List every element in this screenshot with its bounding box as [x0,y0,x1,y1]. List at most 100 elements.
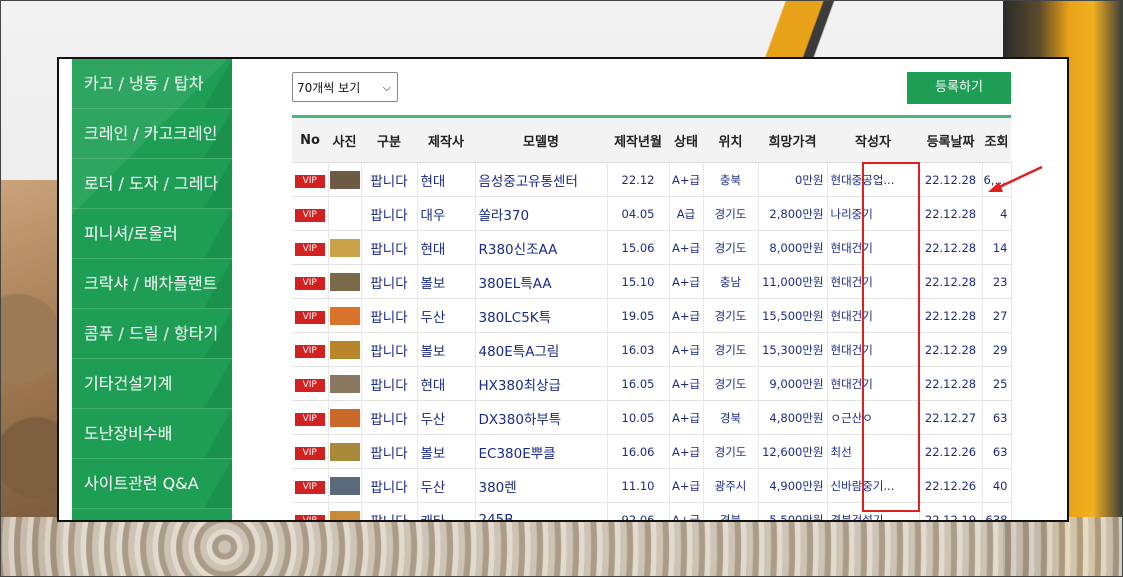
model-link[interactable]: R380신조AA [479,242,558,258]
table-cell: 볼보 [417,434,476,469]
listing-type: 팝니다 [370,513,408,522]
table-cell: 23 [982,264,1012,299]
column-header: No [292,118,328,163]
equipment-thumbnail[interactable] [329,272,360,291]
table-cell: VIP [292,298,329,333]
model-link[interactable]: 음성중고유통센터 [479,174,578,190]
view-count: 63 [992,444,1008,459]
sidebar-item-7[interactable]: 도난장비수배 [72,409,232,459]
sidebar-item-4[interactable]: 크락샤 / 배차플랜트 [72,259,232,309]
table-cell: 현대 [417,230,476,265]
table-cell: ㅇ근산ㅇ [827,400,920,435]
vip-badge: VIP [294,481,325,494]
vip-badge: VIP [294,447,325,460]
view-count: 23 [992,274,1008,289]
price: 9,000만원 [769,376,824,391]
table-cell: 신바람중기... [827,468,920,503]
condition-grade: A+급 [671,274,701,289]
vip-badge: VIP [294,209,325,222]
table-row[interactable]: VIP 팝니다 현대 R380신조AA 15.06 A+급 경기도 8,000만원 현대건기 22… [292,230,1012,265]
per-page-select-value: 70개씩 보기 [297,81,361,95]
table-cell: 15.10 [607,264,670,299]
equipment-thumbnail[interactable] [329,408,360,427]
table-cell: 쏠라370 [475,196,608,231]
table-row[interactable]: VIP 팝니다 볼보 EC380E뿌클 16.06 A+급 경기도 12,600만원 최선 22.… [292,434,1012,469]
sidebar-item-0[interactable]: 카고 / 냉동 / 탑차 [72,59,232,109]
table-row[interactable]: VIP 팝니다 두산 DX380하부특 10.05 A+급 경북 4,800만원 ㅇ근산ㅇ 22.… [292,400,1012,435]
table-row[interactable]: VIP 팝니다 현대 음성중고유통센터 22.12 A+급 충북 0만원 현대중공업... 22.… [292,162,1012,197]
listing-type: 팝니다 [370,173,408,190]
table-row[interactable]: VIP 팝니다 대우 쏠라370 04.05 A급 경기도 2,800만원 나리중기 22.12.… [292,196,1012,231]
condition-grade: A+급 [671,308,701,323]
sidebar-item-6[interactable]: 기타건설기계 [72,359,232,409]
table-cell: 0만원 [758,162,828,197]
table-cell: 경기도 [703,366,759,401]
model-link[interactable]: 쏠라370 [479,208,530,224]
price: 4,900만원 [769,478,824,493]
table-cell: A+급 [669,332,704,367]
table-cell: 팝니다 [361,434,418,469]
sidebar-item-1[interactable]: 크레인 / 카고크레인 [72,109,232,159]
listing-type: 팝니다 [370,479,408,496]
model-link[interactable]: 380렌 [479,480,517,496]
equipment-thumbnail[interactable] [329,170,360,189]
table-cell: 경북 [703,502,759,520]
writer: 경북건설기... [830,512,895,522]
model-link[interactable]: 480E특A그림 [479,344,560,360]
model-link[interactable]: HX380최상급 [479,378,561,394]
equipment-thumbnail[interactable] [329,374,360,393]
sidebar-item-3[interactable]: 피니셔/로울러 [72,209,232,259]
table-row[interactable]: VIP 팝니다 볼보 480E특A그림 16.03 A+급 경기도 15,300만원 현대건기 2… [292,332,1012,367]
table-cell: 나리중기 [827,196,920,231]
equipment-thumbnail[interactable] [329,306,360,325]
table-cell [328,230,362,265]
table-row[interactable]: VIP 팝니다 현대 HX380최상급 16.05 A+급 경기도 9,000만원 현대건기 22… [292,366,1012,401]
table-cell: HX380최상급 [475,366,608,401]
table-row[interactable]: VIP 팝니다 볼보 380EL특AA 15.10 A+급 충남 11,000만원 현대건기 22… [292,264,1012,299]
model-link[interactable]: 380EL특AA [479,276,552,292]
model-link[interactable]: EC380E뿌클 [479,446,556,462]
per-page-select[interactable]: 70개씩 보기 ⌵ [292,72,398,102]
condition-grade: A+급 [671,172,701,187]
table-cell: 경기도 [703,196,759,231]
vip-badge: VIP [294,277,325,290]
price: 5,500만원 [769,512,824,522]
table-cell [328,366,362,401]
sidebar-item-8[interactable]: 사이트관련 Q&A [72,459,232,509]
sidebar-item-2[interactable]: 로더 / 도자 / 그레다 [72,159,232,209]
table-cell: A+급 [669,264,704,299]
price: 0만원 [795,172,824,187]
model-link[interactable]: 245B [479,512,514,521]
table-cell: 22.12.28 [919,264,983,299]
maker-name: 현대 [420,173,446,190]
table-cell: 22.12.28 [919,366,983,401]
maker-name: 현대 [420,241,446,258]
table-row[interactable]: VIP 팝니다 캐타.. 245B 92.06 A+급 경북 5,500만원 경북건설기... 2… [292,502,1012,522]
registration-date: 22.12.26 [924,478,977,493]
equipment-thumbnail[interactable] [329,238,360,257]
model-link[interactable]: DX380하부특 [479,412,562,428]
model-link[interactable]: 380LC5K특 [479,310,552,326]
table-cell [328,196,362,231]
table-row[interactable]: VIP 팝니다 두산 380LC5K특 19.05 A+급 경기도 15,500만원 현대건기 2… [292,298,1012,333]
equipment-thumbnail[interactable] [329,476,360,495]
location: 경기도 [714,342,747,357]
equipment-thumbnail[interactable] [329,510,360,520]
listing-type: 팝니다 [370,377,408,394]
equipment-thumbnail[interactable] [329,340,360,359]
equipment-thumbnail[interactable] [329,442,360,461]
table-cell: A+급 [669,400,704,435]
condition-grade: A+급 [671,342,701,357]
table-row[interactable]: VIP 팝니다 두산 380렌 11.10 A+급 광주시 4,900만원 신바람중기... 22… [292,468,1012,503]
price: 12,600만원 [762,444,824,459]
table-cell: 두산 [417,468,476,503]
writer: 신바람중기... [830,478,895,493]
location: 충남 [719,274,742,289]
sidebar-item-5[interactable]: 콤푸 / 드릴 / 항타기 [72,309,232,359]
table-cell: 팝니다 [361,366,418,401]
register-button[interactable]: 등록하기 [907,72,1011,104]
maker-name: 볼보 [420,445,446,462]
category-sidebar: 카고 / 냉동 / 탑차 크레인 / 카고크레인 로더 / 도자 / 그레다 피니셔/… [72,59,232,520]
listing-type: 팝니다 [370,445,408,462]
table-cell: 팝니다 [361,332,418,367]
